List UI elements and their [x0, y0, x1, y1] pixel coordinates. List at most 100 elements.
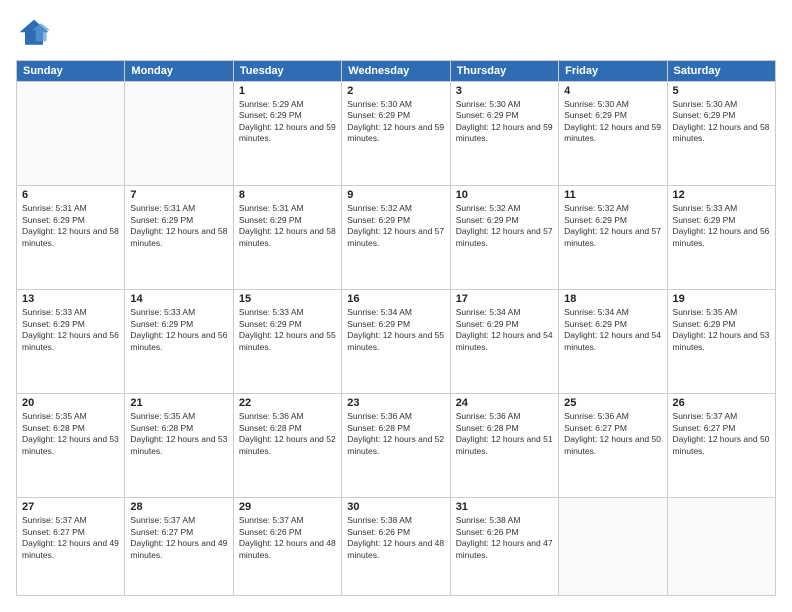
calendar-cell: 1 Sunrise: 5:29 AM Sunset: 6:29 PM Daylig… — [233, 82, 341, 186]
day-info: Sunrise: 5:32 AM Sunset: 6:29 PM Dayligh… — [456, 203, 553, 249]
day-info: Sunrise: 5:36 AM Sunset: 6:28 PM Dayligh… — [347, 411, 444, 457]
day-info: Sunrise: 5:29 AM Sunset: 6:29 PM Dayligh… — [239, 99, 336, 145]
day-number: 10 — [456, 189, 553, 201]
day-info: Sunrise: 5:35 AM Sunset: 6:28 PM Dayligh… — [130, 411, 227, 457]
day-number: 15 — [239, 293, 336, 305]
day-info: Sunrise: 5:36 AM Sunset: 6:28 PM Dayligh… — [239, 411, 336, 457]
day-info: Sunrise: 5:30 AM Sunset: 6:29 PM Dayligh… — [673, 99, 770, 145]
day-number: 3 — [456, 85, 553, 97]
calendar-cell: 9 Sunrise: 5:32 AM Sunset: 6:29 PM Daylig… — [342, 186, 450, 290]
calendar-cell: 13 Sunrise: 5:33 AM Sunset: 6:29 PM Dayli… — [17, 290, 125, 394]
day-number: 1 — [239, 85, 336, 97]
day-info: Sunrise: 5:31 AM Sunset: 6:29 PM Dayligh… — [130, 203, 227, 249]
calendar-cell: 7 Sunrise: 5:31 AM Sunset: 6:29 PM Daylig… — [125, 186, 233, 290]
day-number: 26 — [673, 397, 770, 409]
day-number: 4 — [564, 85, 661, 97]
day-number: 6 — [22, 189, 119, 201]
calendar-cell: 31 Sunrise: 5:38 AM Sunset: 6:26 PM Dayli… — [450, 498, 558, 596]
calendar-week-4: 20 Sunrise: 5:35 AM Sunset: 6:28 PM Dayli… — [17, 394, 776, 498]
calendar-cell: 27 Sunrise: 5:37 AM Sunset: 6:27 PM Dayli… — [17, 498, 125, 596]
day-number: 9 — [347, 189, 444, 201]
day-number: 5 — [673, 85, 770, 97]
weekday-header-monday: Monday — [125, 61, 233, 82]
calendar-cell — [667, 498, 775, 596]
day-info: Sunrise: 5:38 AM Sunset: 6:26 PM Dayligh… — [456, 515, 553, 561]
weekday-header-wednesday: Wednesday — [342, 61, 450, 82]
day-number: 25 — [564, 397, 661, 409]
day-number: 24 — [456, 397, 553, 409]
day-info: Sunrise: 5:38 AM Sunset: 6:26 PM Dayligh… — [347, 515, 444, 561]
weekday-header-sunday: Sunday — [17, 61, 125, 82]
day-info: Sunrise: 5:33 AM Sunset: 6:29 PM Dayligh… — [673, 203, 770, 249]
day-info: Sunrise: 5:30 AM Sunset: 6:29 PM Dayligh… — [564, 99, 661, 145]
calendar-cell: 15 Sunrise: 5:33 AM Sunset: 6:29 PM Dayli… — [233, 290, 341, 394]
day-info: Sunrise: 5:33 AM Sunset: 6:29 PM Dayligh… — [22, 307, 119, 353]
day-number: 11 — [564, 189, 661, 201]
weekday-row: SundayMondayTuesdayWednesdayThursdayFrid… — [17, 61, 776, 82]
day-number: 19 — [673, 293, 770, 305]
calendar-cell: 20 Sunrise: 5:35 AM Sunset: 6:28 PM Dayli… — [17, 394, 125, 498]
day-number: 7 — [130, 189, 227, 201]
day-info: Sunrise: 5:32 AM Sunset: 6:29 PM Dayligh… — [347, 203, 444, 249]
day-info: Sunrise: 5:34 AM Sunset: 6:29 PM Dayligh… — [564, 307, 661, 353]
day-number: 13 — [22, 293, 119, 305]
day-number: 30 — [347, 501, 444, 513]
day-number: 28 — [130, 501, 227, 513]
calendar-cell — [125, 82, 233, 186]
day-number: 14 — [130, 293, 227, 305]
calendar-cell: 29Sunrise: 5:37 AM Sunset: 6:26 PM Dayli… — [233, 498, 341, 596]
calendar-cell: 25 Sunrise: 5:36 AM Sunset: 6:27 PM Dayli… — [559, 394, 667, 498]
calendar-cell: 8 Sunrise: 5:31 AM Sunset: 6:29 PM Daylig… — [233, 186, 341, 290]
calendar-header: SundayMondayTuesdayWednesdayThursdayFrid… — [17, 61, 776, 82]
day-info: Sunrise: 5:35 AM Sunset: 6:29 PM Dayligh… — [673, 307, 770, 353]
day-number: 18 — [564, 293, 661, 305]
day-info: Sunrise: 5:35 AM Sunset: 6:28 PM Dayligh… — [22, 411, 119, 457]
calendar-cell: 18 Sunrise: 5:34 AM Sunset: 6:29 PM Dayli… — [559, 290, 667, 394]
day-number: 12 — [673, 189, 770, 201]
day-number: 20 — [22, 397, 119, 409]
calendar-week-3: 13 Sunrise: 5:33 AM Sunset: 6:29 PM Dayli… — [17, 290, 776, 394]
day-info: Sunrise: 5:30 AM Sunset: 6:29 PM Dayligh… — [347, 99, 444, 145]
calendar-cell: 23Sunrise: 5:36 AM Sunset: 6:28 PM Dayli… — [342, 394, 450, 498]
day-number: 16 — [347, 293, 444, 305]
day-info: Sunrise: 5:31 AM Sunset: 6:29 PM Dayligh… — [22, 203, 119, 249]
day-info: Sunrise: 5:32 AM Sunset: 6:29 PM Dayligh… — [564, 203, 661, 249]
calendar-week-2: 6 Sunrise: 5:31 AM Sunset: 6:29 PM Daylig… — [17, 186, 776, 290]
day-info: Sunrise: 5:34 AM Sunset: 6:29 PM Dayligh… — [456, 307, 553, 353]
day-info: Sunrise: 5:30 AM Sunset: 6:29 PM Dayligh… — [456, 99, 553, 145]
calendar-cell — [17, 82, 125, 186]
day-info: Sunrise: 5:31 AM Sunset: 6:29 PM Dayligh… — [239, 203, 336, 249]
logo — [16, 16, 56, 52]
page: SundayMondayTuesdayWednesdayThursdayFrid… — [0, 0, 792, 612]
day-number: 2 — [347, 85, 444, 97]
day-info: Sunrise: 5:37 AM Sunset: 6:27 PM Dayligh… — [22, 515, 119, 561]
day-number: 27 — [22, 501, 119, 513]
day-info: Sunrise: 5:36 AM Sunset: 6:28 PM Dayligh… — [456, 411, 553, 457]
day-info: Sunrise: 5:34 AM Sunset: 6:29 PM Dayligh… — [347, 307, 444, 353]
calendar-cell: 17 Sunrise: 5:34 AM Sunset: 6:29 PM Dayli… — [450, 290, 558, 394]
calendar-cell: 14Sunrise: 5:33 AM Sunset: 6:29 PM Dayli… — [125, 290, 233, 394]
day-info: Sunrise: 5:37 AM Sunset: 6:26 PM Dayligh… — [239, 515, 336, 561]
calendar-cell — [559, 498, 667, 596]
weekday-header-saturday: Saturday — [667, 61, 775, 82]
calendar-cell: 12 Sunrise: 5:33 AM Sunset: 6:29 PM Dayli… — [667, 186, 775, 290]
calendar-cell: 24 Sunrise: 5:36 AM Sunset: 6:28 PM Dayli… — [450, 394, 558, 498]
day-number: 8 — [239, 189, 336, 201]
calendar-cell: 6 Sunrise: 5:31 AM Sunset: 6:29 PM Daylig… — [17, 186, 125, 290]
day-info: Sunrise: 5:36 AM Sunset: 6:27 PM Dayligh… — [564, 411, 661, 457]
calendar-cell: 10 Sunrise: 5:32 AM Sunset: 6:29 PM Dayli… — [450, 186, 558, 290]
day-info: Sunrise: 5:37 AM Sunset: 6:27 PM Dayligh… — [673, 411, 770, 457]
day-number: 17 — [456, 293, 553, 305]
day-info: Sunrise: 5:33 AM Sunset: 6:29 PM Dayligh… — [239, 307, 336, 353]
calendar-cell: 16 Sunrise: 5:34 AM Sunset: 6:29 PM Dayli… — [342, 290, 450, 394]
header — [16, 16, 776, 52]
day-info: Sunrise: 5:37 AM Sunset: 6:27 PM Dayligh… — [130, 515, 227, 561]
day-number: 22 — [239, 397, 336, 409]
calendar-cell: 19 Sunrise: 5:35 AM Sunset: 6:29 PM Dayli… — [667, 290, 775, 394]
calendar-cell: 21Sunrise: 5:35 AM Sunset: 6:28 PM Dayli… — [125, 394, 233, 498]
calendar-week-5: 27 Sunrise: 5:37 AM Sunset: 6:27 PM Dayli… — [17, 498, 776, 596]
day-number: 31 — [456, 501, 553, 513]
calendar-cell: 26 Sunrise: 5:37 AM Sunset: 6:27 PM Dayli… — [667, 394, 775, 498]
weekday-header-tuesday: Tuesday — [233, 61, 341, 82]
calendar-week-1: 1 Sunrise: 5:29 AM Sunset: 6:29 PM Daylig… — [17, 82, 776, 186]
